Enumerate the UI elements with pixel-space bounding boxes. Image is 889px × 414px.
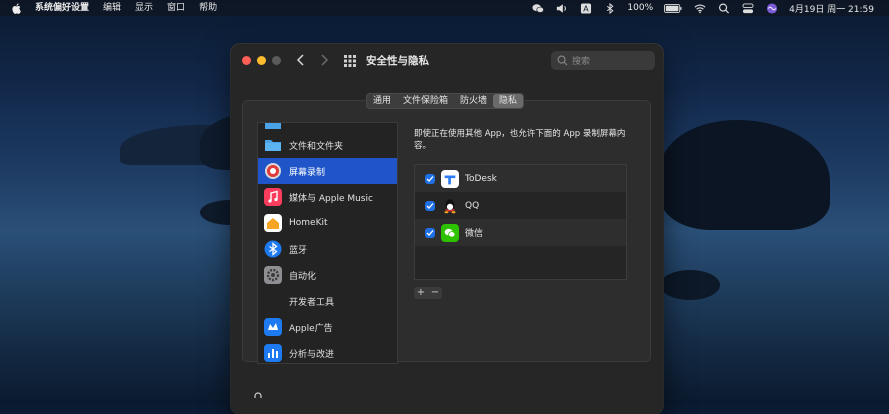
volume-icon[interactable] — [556, 3, 568, 14]
menu-edit[interactable]: 编辑 — [96, 0, 128, 16]
show-all-grid-icon[interactable] — [344, 55, 356, 67]
permission-description: 即使正在使用其他 App，也允许下面的 App 录制屏幕内容。 — [414, 129, 626, 151]
spotlight-search-icon[interactable] — [718, 3, 730, 14]
title-bar: 安全性与隐私 搜索 — [231, 44, 663, 76]
developer-tools-icon — [264, 292, 282, 310]
menu-window[interactable]: 窗口 — [160, 0, 192, 16]
app-row-todesk[interactable]: ToDesk — [415, 165, 626, 192]
music-icon — [264, 188, 282, 206]
control-center-icon[interactable] — [742, 2, 754, 14]
menu-bar: 系统偏好设置 编辑 显示 窗口 帮助 A 100% 4月19日 周一 21:59 — [0, 0, 889, 16]
folder-icon — [264, 123, 282, 132]
sidebar-item-label: 媒体与 Apple Music — [289, 193, 373, 204]
lock-icon[interactable] — [253, 392, 263, 406]
zoom-button[interactable] — [272, 56, 281, 65]
tab-privacy[interactable]: 隐私 — [493, 94, 524, 108]
screen-record-icon — [264, 162, 282, 180]
menu-help[interactable]: 帮助 — [192, 0, 224, 16]
sidebar-item-label: 自动化 — [289, 271, 317, 282]
sidebar-item-label: 分析与改进 — [289, 349, 335, 360]
add-remove-control: + − — [414, 287, 442, 299]
app-row-qq[interactable]: QQ — [415, 192, 626, 219]
app-name: 微信 — [465, 229, 484, 239]
app-row-wechat[interactable]: 微信 — [415, 219, 626, 246]
sidebar-item-files-folders[interactable]: 文件和文件夹 — [258, 132, 397, 158]
tab-filevault[interactable]: 文件保险箱 — [397, 94, 454, 108]
folder-icon — [264, 136, 282, 154]
sidebar-item-label: HomeKit — [289, 218, 328, 228]
siri-icon[interactable] — [766, 2, 778, 14]
window-title: 安全性与隐私 — [366, 55, 429, 67]
bluetooth-status-icon[interactable] — [604, 2, 616, 14]
qq-icon — [441, 197, 459, 215]
app-checkbox[interactable] — [425, 227, 435, 238]
search-field[interactable]: 搜索 — [551, 51, 655, 70]
sidebar-item-label: Apple广告 — [289, 323, 333, 334]
menu-app-name[interactable]: 系统偏好设置 — [28, 0, 96, 16]
wechat-icon — [441, 223, 459, 242]
sidebar-item-developer-tools[interactable]: 开发者工具 — [258, 288, 397, 314]
sidebar-item-label: 文件和文件夹 — [289, 141, 344, 152]
tab-general[interactable]: 通用 — [367, 94, 397, 108]
analytics-icon — [264, 344, 282, 362]
apple-icon[interactable] — [12, 2, 22, 14]
battery-icon[interactable] — [664, 3, 682, 14]
add-app-button[interactable]: + — [414, 287, 428, 299]
close-button[interactable] — [242, 56, 251, 65]
minimize-button[interactable] — [257, 56, 266, 65]
gear-icon — [264, 266, 282, 284]
app-name: QQ — [465, 200, 480, 211]
app-checkbox[interactable] — [425, 200, 435, 211]
input-method-icon[interactable]: A — [580, 2, 592, 14]
sidebar-item-bluetooth[interactable]: 蓝牙 — [258, 236, 397, 262]
home-icon — [264, 214, 282, 232]
app-name: ToDesk — [465, 173, 497, 184]
search-placeholder: 搜索 — [572, 57, 591, 67]
sidebar-item-analytics[interactable]: 分析与改进 — [258, 340, 397, 363]
sidebar-item-label: 蓝牙 — [289, 245, 308, 256]
wifi-icon[interactable] — [694, 3, 706, 14]
todesk-icon — [441, 169, 459, 188]
wechat-status-icon[interactable] — [532, 3, 545, 14]
privacy-category-list[interactable]: 文件和文件夹 屏幕录制 媒体与 Apple Music HomeKit 蓝牙 自… — [257, 122, 398, 364]
sidebar-item-label: 屏幕录制 — [289, 167, 326, 178]
sidebar-item-label: 开发者工具 — [289, 297, 335, 308]
sidebar-item-automation[interactable]: 自动化 — [258, 262, 397, 288]
desktop-island — [660, 120, 830, 230]
sidebar-item-partial[interactable] — [258, 123, 397, 132]
svg-text:A: A — [584, 3, 590, 13]
sidebar-item-apple-ads[interactable]: Apple广告 — [258, 314, 397, 340]
ads-icon — [264, 318, 282, 336]
sidebar-item-homekit[interactable]: HomeKit — [258, 210, 397, 236]
tab-firewall[interactable]: 防火墙 — [454, 94, 493, 108]
remove-app-button[interactable]: − — [428, 287, 442, 299]
tab-bar: 通用 文件保险箱 防火墙 隐私 — [366, 93, 525, 109]
preferences-window: 安全性与隐私 搜索 通用 文件保险箱 防火墙 隐私 文件和文件夹 屏幕录制 媒体… — [231, 44, 663, 414]
app-permission-list: ToDesk QQ 微信 — [414, 164, 627, 280]
bluetooth-icon — [264, 240, 282, 258]
app-checkbox[interactable] — [425, 173, 435, 184]
search-icon — [557, 55, 568, 66]
desktop-island — [660, 270, 720, 300]
sidebar-item-media-music[interactable]: 媒体与 Apple Music — [258, 184, 397, 210]
menu-clock[interactable]: 4月19日 周一 21:59 — [789, 2, 874, 15]
forward-arrow-icon[interactable] — [318, 53, 330, 67]
menu-view[interactable]: 显示 — [128, 0, 160, 16]
sidebar-item-screen-recording[interactable]: 屏幕录制 — [258, 158, 397, 184]
battery-percent: 100% — [627, 3, 654, 13]
back-arrow-icon[interactable] — [295, 53, 307, 67]
